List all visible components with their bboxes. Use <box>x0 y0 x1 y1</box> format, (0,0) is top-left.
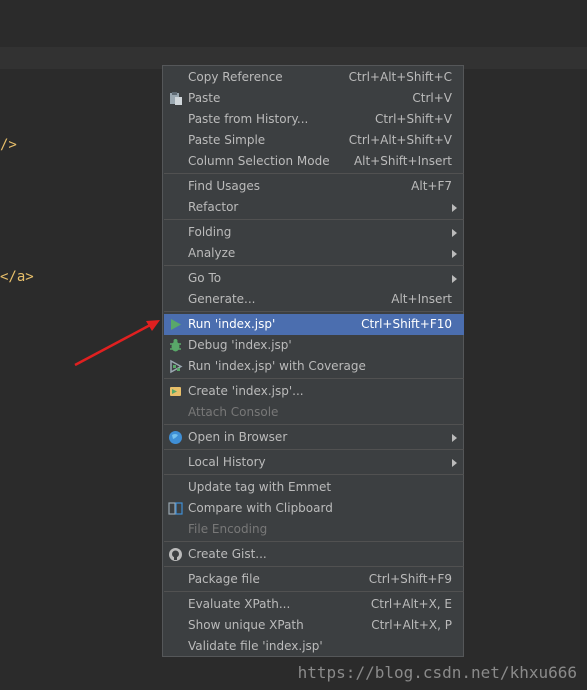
menu-separator <box>164 219 464 220</box>
menu-item-attach-console: Attach Console <box>164 402 464 423</box>
red-annotation-arrow-icon <box>74 320 160 367</box>
menu-separator <box>164 173 464 174</box>
submenu-arrow-icon <box>452 275 457 283</box>
menu-item-shortcut: Alt+Shift+Insert <box>353 154 452 168</box>
menu-item-label: Show unique XPath <box>188 618 304 632</box>
menu-item-package-file[interactable]: Package file Ctrl+Shift+F9 <box>164 569 464 590</box>
menu-separator <box>164 265 464 266</box>
menu-item-label: Update tag with Emmet <box>188 480 332 494</box>
run-icon <box>171 319 181 330</box>
menu-item-label: Run 'index.jsp' with Coverage <box>188 359 366 373</box>
menu-item-label: Compare with Clipboard <box>188 501 333 515</box>
menu-item-compare-clipboard[interactable]: Compare with Clipboard <box>164 498 464 519</box>
menu-item-open-in-browser[interactable]: Open in Browser <box>164 427 464 448</box>
menu-item-label: Paste Simple <box>188 133 266 147</box>
menu-item-debug[interactable]: Debug 'index.jsp' <box>164 335 464 356</box>
menu-item-label: Attach Console <box>188 405 279 419</box>
menu-item-show-unique-xpath[interactable]: Show unique XPath Ctrl+Alt+X, P <box>164 615 464 636</box>
submenu-arrow-icon <box>452 250 457 258</box>
paste-icon <box>170 92 182 105</box>
menu-item-shortcut: Alt+F7 <box>411 179 452 193</box>
menu-item-paste-simple[interactable]: Paste Simple Ctrl+Alt+Shift+V <box>164 130 464 151</box>
menu-item-shortcut: Ctrl+V <box>412 91 452 105</box>
menu-item-find-usages[interactable]: Find Usages Alt+F7 <box>164 176 464 197</box>
menu-item-shortcut: Ctrl+Shift+F9 <box>368 572 452 586</box>
submenu-arrow-icon <box>452 434 457 442</box>
menu-item-label: Open in Browser <box>188 430 288 444</box>
menu-item-refactor[interactable]: Refactor <box>164 197 464 218</box>
menu-item-label: Local History <box>188 455 266 469</box>
menu-item-label: Analyze <box>188 246 236 260</box>
create-config-icon <box>170 387 181 396</box>
menu-item-shortcut: Ctrl+Alt+X, P <box>371 618 452 632</box>
menu-item-label: Paste from History... <box>188 112 309 126</box>
menu-item-label: Package file <box>188 572 260 586</box>
menu-item-label: Run 'index.jsp' <box>188 317 276 331</box>
menu-item-label: File Encoding <box>188 522 268 536</box>
menu-item-column-selection-mode[interactable]: Column Selection Mode Alt+Shift+Insert <box>164 151 464 172</box>
editor-context-menu: Copy Reference Ctrl+Alt+Shift+C Paste Ct… <box>162 65 464 657</box>
menu-item-label: Column Selection Mode <box>188 154 330 168</box>
menu-item-label: Create 'index.jsp'... <box>188 384 304 398</box>
menu-item-local-history[interactable]: Local History <box>164 452 464 473</box>
menu-separator <box>164 424 464 425</box>
menu-item-shortcut: Ctrl+Shift+V <box>375 112 452 126</box>
menu-item-paste[interactable]: Paste Ctrl+V <box>164 88 464 109</box>
menu-item-shortcut: Alt+Insert <box>391 292 452 306</box>
menu-item-label: Generate... <box>188 292 256 306</box>
menu-separator <box>164 311 464 312</box>
menu-item-shortcut: Ctrl+Alt+Shift+C <box>348 70 452 84</box>
menu-item-go-to[interactable]: Go To <box>164 268 464 289</box>
menu-item-shortcut: Ctrl+Alt+Shift+V <box>348 133 452 147</box>
menu-item-label: Evaluate XPath... <box>188 597 291 611</box>
menu-item-shortcut: Ctrl+Alt+X, E <box>370 597 452 611</box>
code-line: /> <box>0 137 17 153</box>
code-line: </a> <box>0 269 34 285</box>
menu-separator <box>164 541 464 542</box>
submenu-arrow-icon <box>452 459 457 467</box>
submenu-arrow-icon <box>452 229 457 237</box>
menu-item-folding[interactable]: Folding <box>164 222 464 243</box>
menu-item-label: Create Gist... <box>188 547 267 561</box>
menu-item-label: Go To <box>188 271 222 285</box>
menu-item-label: Find Usages <box>188 179 261 193</box>
menu-item-generate[interactable]: Generate... Alt+Insert <box>164 289 464 310</box>
menu-item-label: Validate file 'index.jsp' <box>188 639 323 653</box>
menu-item-run[interactable]: Run 'index.jsp' Ctrl+Shift+F10 <box>164 314 464 335</box>
menu-item-create-config[interactable]: Create 'index.jsp'... <box>164 381 464 402</box>
submenu-arrow-icon <box>452 204 457 212</box>
globe-icon <box>169 431 182 444</box>
compare-icon <box>168 502 183 515</box>
menu-item-paste-from-history[interactable]: Paste from History... Ctrl+Shift+V <box>164 109 464 130</box>
menu-separator <box>164 566 464 567</box>
menu-item-label: Folding <box>188 225 232 239</box>
menu-item-copy-reference[interactable]: Copy Reference Ctrl+Alt+Shift+C <box>164 67 464 88</box>
menu-separator <box>164 591 464 592</box>
menu-item-update-tag-emmet[interactable]: Update tag with Emmet <box>164 477 464 498</box>
menu-item-evaluate-xpath[interactable]: Evaluate XPath... Ctrl+Alt+X, E <box>164 594 464 615</box>
watermark: https://blog.csdn.net/khxu666 <box>297 663 577 682</box>
menu-item-label: Debug 'index.jsp' <box>188 338 292 352</box>
menu-separator <box>164 378 464 379</box>
menu-item-create-gist[interactable]: Create Gist... <box>164 544 464 565</box>
menu-separator <box>164 474 464 475</box>
debug-icon <box>170 339 181 352</box>
github-icon <box>169 548 182 561</box>
menu-item-run-with-coverage[interactable]: Run 'index.jsp' with Coverage <box>164 356 464 377</box>
menu-item-analyze[interactable]: Analyze <box>164 243 464 264</box>
coverage-icon <box>170 359 183 374</box>
menu-item-label: Refactor <box>188 200 239 214</box>
menu-separator <box>164 449 464 450</box>
menu-item-label: Paste <box>188 91 221 105</box>
menu-item-file-encoding: File Encoding <box>164 519 464 540</box>
menu-item-shortcut: Ctrl+Shift+F10 <box>361 317 452 331</box>
menu-item-validate-file[interactable]: Validate file 'index.jsp' <box>164 636 464 657</box>
menu-item-label: Copy Reference <box>188 70 283 84</box>
